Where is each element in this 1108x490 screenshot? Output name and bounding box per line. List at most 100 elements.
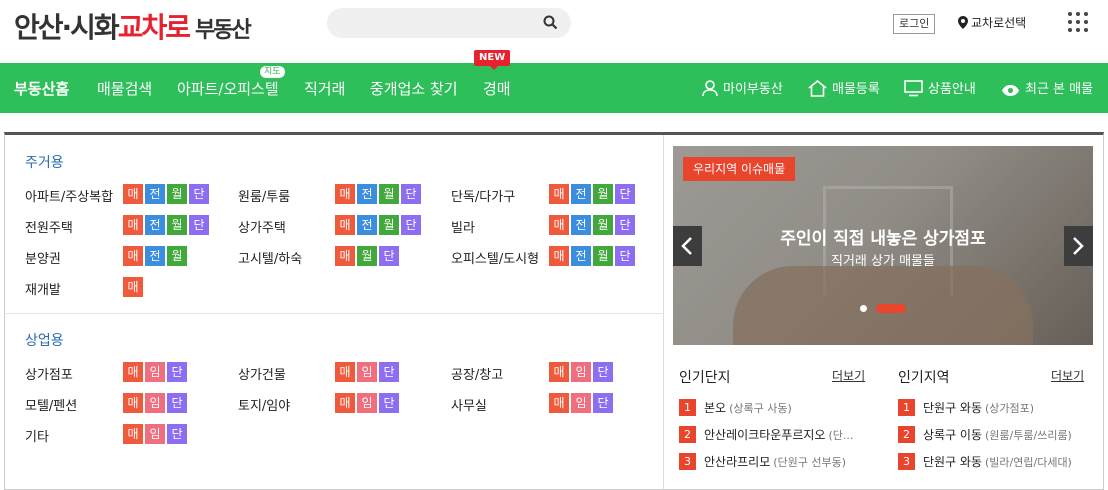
banner-dot-1[interactable] xyxy=(860,305,867,312)
deal-type-tag[interactable]: 매 xyxy=(335,184,355,204)
nav-my-realestate[interactable]: 마이부동산 xyxy=(702,78,783,97)
banner-dot-2-active[interactable] xyxy=(876,304,906,313)
deal-type-tag[interactable]: 전 xyxy=(571,184,591,204)
category-label[interactable]: 원룸/투룸 xyxy=(238,186,290,205)
deal-type-tag[interactable]: 매 xyxy=(123,424,143,444)
category-label[interactable]: 오피스텔/도시형 xyxy=(451,248,539,267)
deal-type-tag[interactable]: 매 xyxy=(549,362,569,382)
deal-type-tag[interactable]: 임 xyxy=(571,362,591,382)
deal-type-tag[interactable]: 단 xyxy=(379,362,399,382)
all-menu-grid-icon[interactable] xyxy=(1068,12,1090,34)
deal-type-tag[interactable]: 월 xyxy=(357,246,377,266)
nav-find-agency[interactable]: 중개업소 찾기 xyxy=(370,78,458,99)
deal-type-tag[interactable]: 단 xyxy=(379,246,399,266)
deal-type-tag[interactable]: 매 xyxy=(123,184,143,204)
deal-type-tag[interactable]: 매 xyxy=(549,246,569,266)
deal-type-tag[interactable]: 단 xyxy=(615,246,635,266)
category-label[interactable]: 빌라 xyxy=(451,217,475,236)
category-label[interactable]: 전원주택 xyxy=(25,217,73,236)
deal-type-tag[interactable]: 매 xyxy=(335,393,355,413)
deal-type-tag[interactable]: 단 xyxy=(167,424,187,444)
deal-type-tag[interactable]: 월 xyxy=(167,215,187,235)
ranking-item[interactable]: 2 상록구 이동 (원룸/투룸/쓰리룸) xyxy=(898,426,1072,443)
deal-type-tag[interactable]: 단 xyxy=(167,393,187,413)
category-label[interactable]: 아파트/주상복합 xyxy=(25,186,113,205)
category-label[interactable]: 분양권 xyxy=(25,248,61,267)
search-icon[interactable] xyxy=(543,15,558,34)
category-label[interactable]: 고시텔/하숙 xyxy=(238,248,302,267)
category-label[interactable]: 상가주택 xyxy=(238,217,286,236)
deal-type-tag[interactable]: 단 xyxy=(167,362,187,382)
deal-type-tag[interactable]: 매 xyxy=(335,215,355,235)
deal-type-tag[interactable]: 매 xyxy=(123,393,143,413)
deal-type-tag[interactable]: 임 xyxy=(357,362,377,382)
deal-type-tag[interactable]: 매 xyxy=(335,362,355,382)
deal-type-tag[interactable]: 단 xyxy=(379,393,399,413)
banner-prev-button[interactable] xyxy=(673,226,702,266)
deal-type-tag[interactable]: 매 xyxy=(123,362,143,382)
deal-type-tag[interactable]: 임 xyxy=(571,393,591,413)
nav-recently-viewed[interactable]: 최근 본 매물 xyxy=(1001,78,1093,97)
deal-type-tag[interactable]: 단 xyxy=(189,215,209,235)
popular-complex-more-link[interactable]: 더보기 xyxy=(832,367,865,384)
deal-type-tag[interactable]: 월 xyxy=(167,184,187,204)
banner-next-button[interactable] xyxy=(1064,226,1093,266)
category-label[interactable]: 재개발 xyxy=(25,279,61,298)
region-select-button[interactable]: 교차로선택 xyxy=(958,14,1026,32)
deal-type-tag[interactable]: 단 xyxy=(593,362,613,382)
ranking-item[interactable]: 1 본오 (상록구 사동) xyxy=(679,399,792,416)
category-label[interactable]: 토지/임야 xyxy=(238,395,290,414)
category-label[interactable]: 기타 xyxy=(25,426,49,445)
deal-type-tag[interactable]: 단 xyxy=(401,184,421,204)
deal-type-tag[interactable]: 임 xyxy=(357,393,377,413)
nav-product-info[interactable]: 상품안내 xyxy=(904,78,976,97)
category-label[interactable]: 상가점포 xyxy=(25,364,73,383)
deal-type-tag[interactable]: 전 xyxy=(145,246,165,266)
deal-type-tag[interactable]: 월 xyxy=(379,215,399,235)
category-label[interactable]: 모텔/펜션 xyxy=(25,395,77,414)
deal-type-tag[interactable]: 단 xyxy=(615,215,635,235)
site-logo[interactable]: 안산·시화교차로 부동산 xyxy=(14,6,252,46)
deal-type-tag[interactable]: 월 xyxy=(379,184,399,204)
login-button[interactable]: 로그인 xyxy=(893,14,936,34)
deal-type-tag[interactable]: 단 xyxy=(189,184,209,204)
deal-type-tag[interactable]: 임 xyxy=(145,362,165,382)
deal-type-tag[interactable]: 임 xyxy=(145,393,165,413)
deal-type-tag[interactable]: 전 xyxy=(357,184,377,204)
deal-type-tag[interactable]: 전 xyxy=(145,215,165,235)
deal-type-tag[interactable]: 월 xyxy=(593,184,613,204)
ranking-item[interactable]: 3 안산라프리모 (단원구 선부동) xyxy=(679,453,846,470)
deal-type-tag[interactable]: 임 xyxy=(145,424,165,444)
deal-type-tag[interactable]: 월 xyxy=(593,246,613,266)
deal-type-tag[interactable]: 매 xyxy=(549,184,569,204)
popular-region-more-link[interactable]: 더보기 xyxy=(1051,367,1084,384)
deal-type-tag[interactable]: 매 xyxy=(549,215,569,235)
deal-type-tag[interactable]: 매 xyxy=(123,246,143,266)
category-label[interactable]: 사무실 xyxy=(451,395,487,414)
deal-type-tag[interactable]: 매 xyxy=(123,277,143,297)
deal-type-tag[interactable]: 매 xyxy=(123,215,143,235)
nav-register-listing[interactable]: 매물등록 xyxy=(808,78,880,97)
nav-realestate-home[interactable]: 부동산홈 xyxy=(14,78,70,116)
deal-type-tag[interactable]: 단 xyxy=(593,393,613,413)
ranking-item[interactable]: 1 단원구 와동 (상가점포) xyxy=(898,399,1034,416)
nav-direct-deal[interactable]: 직거래 xyxy=(304,78,345,99)
search-input[interactable] xyxy=(327,8,571,38)
ranking-item[interactable]: 3 단원구 와동 (빌라/연립/다세대) xyxy=(898,453,1072,470)
category-label[interactable]: 공장/창고 xyxy=(451,364,503,383)
nav-listing-search[interactable]: 매물검색 xyxy=(97,78,152,99)
deal-type-tag[interactable]: 단 xyxy=(401,215,421,235)
category-label[interactable]: 상가건물 xyxy=(238,364,286,383)
ranking-item[interactable]: 2 안산레이크타운푸르지오 (단... xyxy=(679,426,853,443)
deal-type-tag[interactable]: 전 xyxy=(145,184,165,204)
deal-type-tag[interactable]: 단 xyxy=(615,184,635,204)
deal-type-tag[interactable]: 월 xyxy=(167,246,187,266)
issue-listing-banner[interactable]: 우리지역 이슈매물 주인이 직접 내놓은 상가점포 직거래 상가 매물들 xyxy=(673,146,1093,345)
deal-type-tag[interactable]: 전 xyxy=(571,246,591,266)
deal-type-tag[interactable]: 월 xyxy=(593,215,613,235)
nav-apartment-officetel[interactable]: 아파트/오피스텔 xyxy=(177,78,279,99)
deal-type-tag[interactable]: 매 xyxy=(335,246,355,266)
category-label[interactable]: 단독/다가구 xyxy=(451,186,515,205)
deal-type-tag[interactable]: 전 xyxy=(357,215,377,235)
deal-type-tag[interactable]: 전 xyxy=(571,215,591,235)
